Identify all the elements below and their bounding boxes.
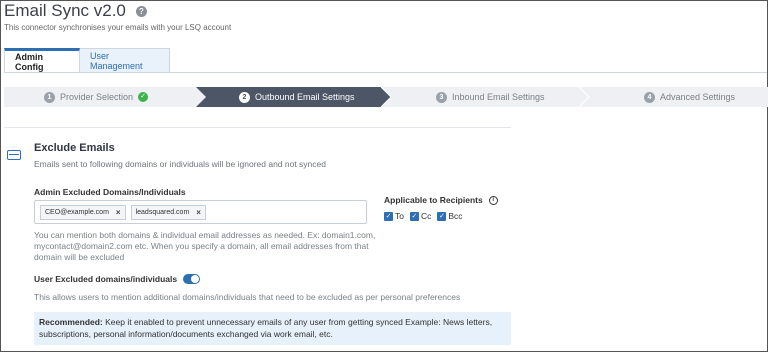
- recommended-label: Recommended:: [39, 317, 103, 327]
- recipient-bcc-checkbox[interactable]: ✓ Bcc: [437, 211, 463, 221]
- admin-excluded-label: Admin Excluded Domains/Individuals: [34, 187, 186, 197]
- tab-admin-config[interactable]: Admin Config: [4, 48, 80, 73]
- user-excluded-toggle[interactable]: [183, 274, 201, 284]
- tab-bar: Admin Config User Management: [4, 48, 170, 73]
- step-number: 1: [44, 91, 55, 103]
- admin-excluded-input[interactable]: CEO@example.com × leadsquared.com ×: [34, 200, 367, 224]
- admin-excluded-help: You can mention both domains & individua…: [34, 230, 376, 262]
- recipients-label-row: Applicable to Recipients i: [384, 195, 498, 205]
- step-label: Inbound Email Settings: [452, 92, 545, 102]
- step-label: Provider Selection: [60, 92, 134, 102]
- step-label: Advanced Settings: [660, 92, 736, 102]
- step-label: Outbound Email Settings: [255, 92, 355, 102]
- recipient-label: Bcc: [448, 211, 463, 221]
- recommended-text: Keep it enabled to prevent unnecessary e…: [39, 317, 493, 339]
- check-icon: ✓: [138, 92, 149, 102]
- recipients-group: Applicable to Recipients i ✓ To ✓ Cc ✓ B…: [384, 195, 498, 221]
- step-advanced-settings[interactable]: 4 Advanced Settings: [644, 87, 735, 107]
- app-subtitle: This connector synchronises your emails …: [4, 23, 232, 32]
- recipients-options: ✓ To ✓ Cc ✓ Bcc: [384, 211, 498, 221]
- step-provider-selection[interactable]: 1 Provider Selection ✓: [44, 87, 149, 107]
- step-number: 3: [436, 91, 447, 103]
- remove-tag-icon[interactable]: ×: [116, 208, 121, 217]
- step-inbound-email-settings[interactable]: 3 Inbound Email Settings: [436, 87, 545, 107]
- step-outbound-email-settings[interactable]: 2 Outbound Email Settings: [239, 87, 355, 107]
- recipient-label: Cc: [420, 211, 432, 221]
- remove-tag-icon[interactable]: ×: [196, 208, 201, 217]
- tab-user-management[interactable]: User Management: [80, 48, 170, 73]
- help-icon[interactable]: ?: [135, 5, 147, 17]
- recipients-label: Applicable to Recipients: [384, 195, 483, 205]
- tag-chip: leadsquared.com ×: [130, 204, 206, 220]
- section-description: Emails sent to following domains or indi…: [34, 159, 326, 169]
- recipient-cc-checkbox[interactable]: ✓ Cc: [409, 211, 432, 221]
- checkbox-checked-icon[interactable]: ✓: [437, 211, 447, 221]
- tag-label: CEO@example.com: [45, 208, 109, 216]
- tag-label: leadsquared.com: [135, 208, 190, 216]
- step-number: 4: [644, 91, 655, 103]
- user-excluded-label: User Excluded domains/individuals: [34, 274, 178, 284]
- tab-divider: [4, 72, 767, 73]
- info-icon[interactable]: i: [488, 195, 498, 205]
- user-excluded-description: This allows users to mention additional …: [34, 292, 461, 302]
- app-frame: Email Sync v2.0 ? This connector synchro…: [0, 0, 768, 352]
- checkbox-checked-icon[interactable]: ✓: [384, 211, 393, 221]
- recipient-label: To: [395, 211, 404, 221]
- page-title: Email Sync v2.0 ?: [4, 1, 147, 21]
- checkbox-checked-icon[interactable]: ✓: [409, 211, 419, 221]
- card-icon: [7, 150, 21, 160]
- user-excluded-row: User Excluded domains/individuals: [34, 274, 201, 284]
- section-divider: [4, 127, 511, 128]
- tag-chip: CEO@example.com ×: [40, 204, 126, 220]
- section-title: Exclude Emails: [34, 142, 115, 154]
- recommendation-box: Recommended: Keep it enabled to prevent …: [34, 312, 511, 345]
- step-number: 2: [239, 91, 250, 103]
- recipient-to-checkbox[interactable]: ✓ To: [384, 211, 404, 221]
- wizard-stepper: 1 Provider Selection ✓ 2 Outbound Email …: [4, 87, 768, 107]
- app-title-text: Email Sync v2.0: [4, 1, 126, 20]
